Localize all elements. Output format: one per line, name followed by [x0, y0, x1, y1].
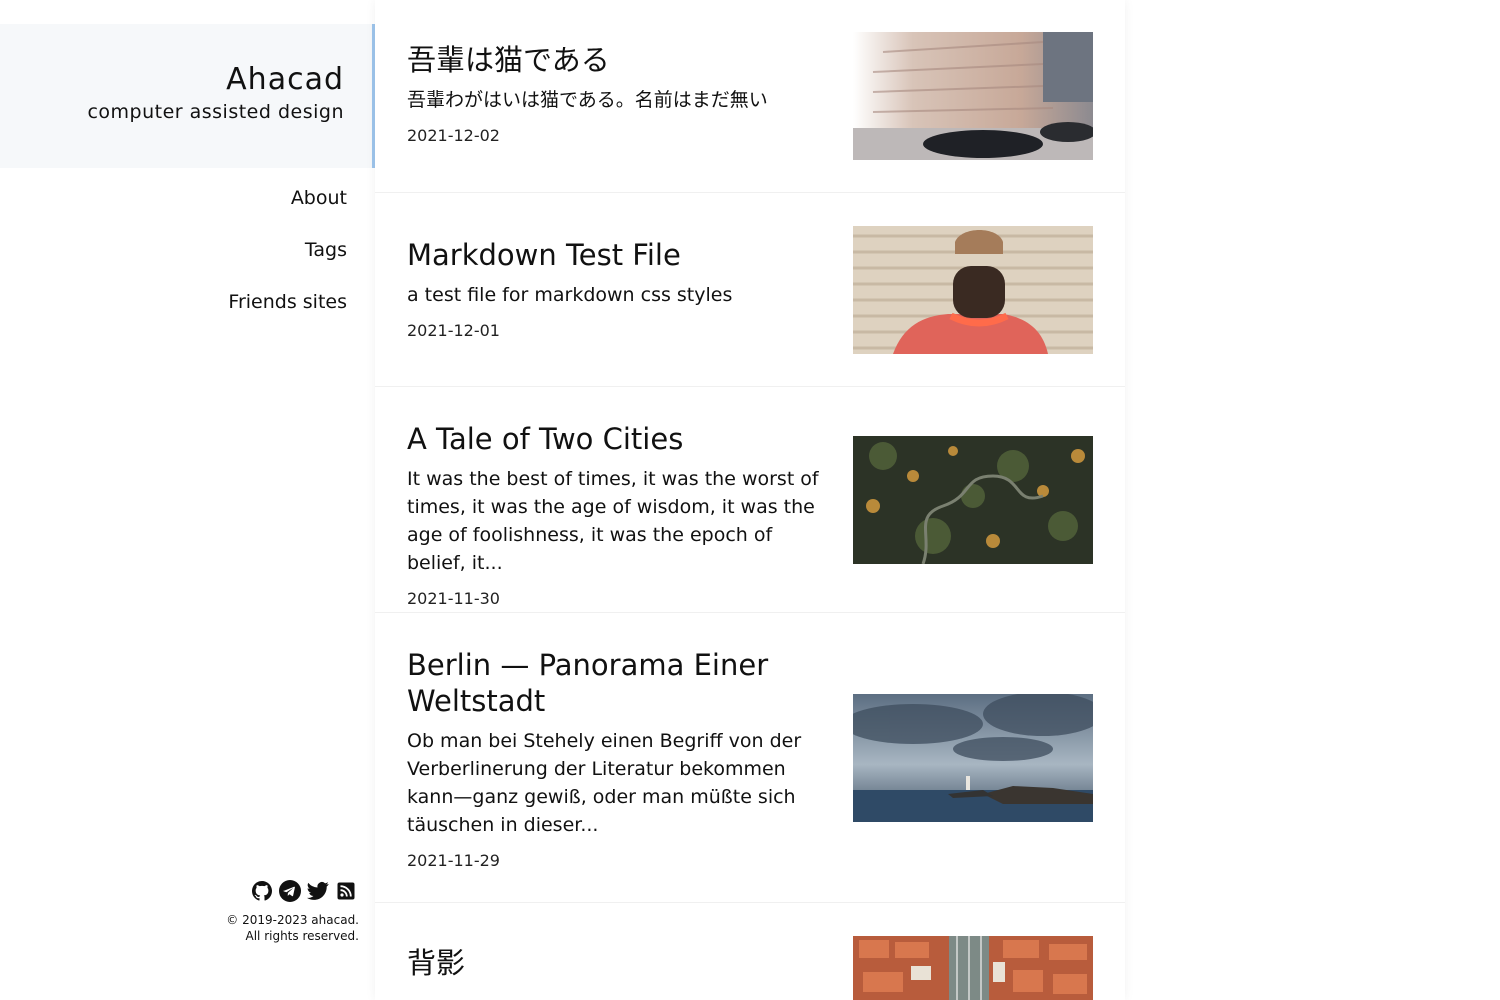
copyright: © 2019-2023 ahacad. All rights reserved. [226, 912, 359, 944]
post-title[interactable]: 背影 [407, 945, 827, 981]
site-title[interactable]: Ahacad [0, 62, 344, 97]
site-subtitle: computer assisted design [87, 101, 344, 123]
post-title[interactable]: Markdown Test File [407, 237, 827, 273]
site-brand[interactable]: Ahacad computer assisted design [0, 24, 375, 168]
nav-item-about[interactable]: About [228, 182, 347, 234]
post-card[interactable]: Berlin — Panorama Einer Weltstadt Ob man… [375, 613, 1125, 903]
github-icon[interactable] [251, 880, 273, 902]
post-thumbnail[interactable] [853, 436, 1093, 564]
copyright-line: © 2019-2023 ahacad. [226, 913, 359, 927]
post-thumbnail[interactable] [853, 694, 1093, 822]
post-text: A Tale of Two Cities It was the best of … [407, 421, 827, 609]
post-thumbnail[interactable] [853, 32, 1093, 160]
post-card[interactable]: 吾輩は猫である 吾輩わがはいは猫である。名前はまだ無い 2021-12-02 [375, 0, 1125, 193]
post-title[interactable]: 吾輩は猫である [407, 42, 827, 78]
post-text: Markdown Test File a test file for markd… [407, 237, 827, 341]
post-text: 吾輩は猫である 吾輩わがはいは猫である。名前はまだ無い 2021-12-02 [407, 42, 827, 146]
post-date: 2021-11-30 [407, 589, 500, 608]
post-title[interactable]: Berlin — Panorama Einer Weltstadt [407, 647, 827, 719]
post-thumbnail[interactable] [853, 226, 1093, 354]
post-list: 吾輩は猫である 吾輩わがはいは猫である。名前はまだ無い 2021-12-02 M… [375, 0, 1125, 1000]
post-excerpt: It was the best of times, it was the wor… [407, 468, 819, 574]
post-excerpt: Ob man bei Stehely einen Begriff von der… [407, 730, 802, 836]
sidebar-nav: About Tags Friends sites [228, 182, 347, 338]
post-card[interactable]: A Tale of Two Cities It was the best of … [375, 387, 1125, 613]
post-text: Berlin — Panorama Einer Weltstadt Ob man… [407, 647, 827, 871]
post-card[interactable]: 背影 [375, 903, 1125, 1000]
telegram-icon[interactable] [279, 880, 301, 902]
post-excerpt: 吾輩わがはいは猫である。名前はまだ無い [407, 89, 768, 111]
nav-item-friends-sites[interactable]: Friends sites [228, 286, 347, 338]
social-links [251, 880, 357, 902]
rss-icon[interactable] [335, 880, 357, 902]
post-card[interactable]: Markdown Test File a test file for markd… [375, 193, 1125, 387]
post-title[interactable]: A Tale of Two Cities [407, 421, 827, 457]
post-thumbnail[interactable] [853, 936, 1093, 1000]
rights-line: All rights reserved. [245, 929, 360, 943]
twitter-icon[interactable] [307, 880, 329, 902]
post-date: 2021-12-01 [407, 321, 500, 340]
sidebar: Ahacad computer assisted design About Ta… [0, 0, 375, 1000]
post-date: 2021-12-02 [407, 126, 500, 145]
post-date: 2021-11-29 [407, 851, 500, 870]
post-excerpt: a test file for markdown css styles [407, 284, 733, 306]
nav-item-tags[interactable]: Tags [228, 234, 347, 286]
post-text: 背影 [407, 945, 827, 981]
